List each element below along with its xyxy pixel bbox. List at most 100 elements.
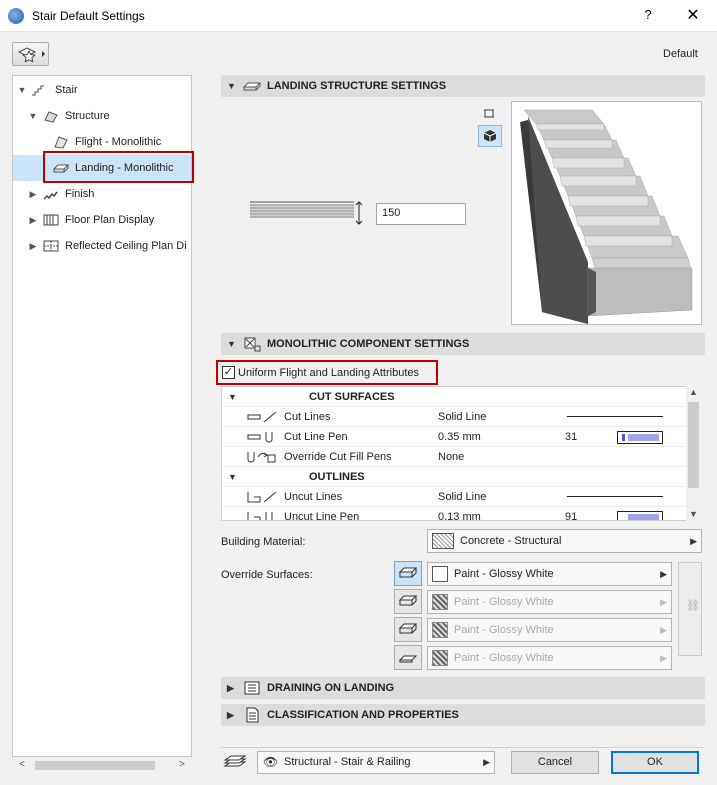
- attr-row-cut-lines[interactable]: Cut Lines Solid Line: [222, 407, 688, 427]
- group-cut-surfaces[interactable]: ▼ CUT SURFACES: [222, 387, 688, 407]
- building-material-label: Building Material:: [221, 536, 306, 548]
- scroll-down-icon[interactable]: ▼: [689, 509, 698, 519]
- monolithic-settings-header[interactable]: ▼ MONOLITHIC COMPONENT SETTINGS: [221, 333, 705, 355]
- landing-structure-header[interactable]: ▼ LANDING STRUCTURE SETTINGS: [221, 75, 705, 97]
- surface-bottom-select[interactable]: Paint - Glossy White ▶: [427, 646, 672, 670]
- chevron-right-icon: ▶: [690, 536, 697, 546]
- layer-value: Structural - Stair & Railing: [284, 756, 411, 768]
- landing-thickness-input[interactable]: 150: [376, 203, 466, 225]
- collapse-arrow-icon[interactable]: ▶: [28, 207, 38, 233]
- attr-name: Cut Lines: [284, 411, 331, 423]
- uniform-attributes-label: Uniform Flight and Landing Attributes: [238, 367, 419, 379]
- material-swatch-icon: [432, 650, 448, 666]
- app-icon: [8, 8, 24, 24]
- selected-item-highlight: [43, 151, 194, 183]
- tree-item-label: Structure: [65, 110, 110, 122]
- tree-item-label: Finish: [65, 188, 95, 200]
- tree-item-finish[interactable]: ▶ Finish: [13, 181, 191, 207]
- collapse-arrow-icon[interactable]: ▼: [228, 467, 237, 487]
- attr-name: Uncut Line Pen: [284, 511, 360, 521]
- draining-header[interactable]: ▶ DRAINING ON LANDING: [221, 677, 705, 699]
- attr-row-cut-line-pen[interactable]: Cut Line Pen 0.35 mm 31: [222, 427, 688, 447]
- line-sample: [567, 496, 663, 497]
- ok-button[interactable]: OK: [611, 751, 699, 774]
- surface-side-button[interactable]: [394, 589, 422, 614]
- 3d-view-icon[interactable]: [478, 125, 502, 147]
- material-swatch-icon: [432, 566, 448, 582]
- material-swatch-icon: [432, 622, 448, 638]
- attr-value: None: [438, 451, 465, 463]
- tree-item-label: Stair: [55, 84, 78, 96]
- collapse-arrow-icon[interactable]: ▶: [28, 233, 38, 259]
- attr-value: 0.35 mm: [438, 431, 481, 443]
- group-outlines[interactable]: ▼ OUTLINES: [222, 467, 688, 487]
- scroll-thumb[interactable]: [35, 761, 155, 770]
- chevron-right-icon: ▶: [660, 625, 667, 635]
- pen-number: 91: [565, 511, 578, 521]
- chain-link-icon: ⛓: [686, 600, 700, 612]
- tree-item-ceiling-plan[interactable]: ▶ Reflected Ceiling Plan Di: [13, 233, 191, 259]
- line-sample: [567, 416, 663, 417]
- material-swatch-icon: [432, 594, 448, 610]
- surface-top-select[interactable]: Paint - Glossy White ▶: [427, 562, 672, 586]
- attr-row-override-fill-pens[interactable]: Override Cut Fill Pens None: [222, 447, 688, 467]
- default-label: Default: [663, 48, 698, 60]
- attr-row-uncut-lines[interactable]: Uncut Lines Solid Line: [222, 487, 688, 507]
- classification-header[interactable]: ▶ CLASSIFICATION AND PROPERTIES: [221, 704, 705, 726]
- tree-item-structure[interactable]: ▼ Structure: [13, 103, 191, 129]
- favorites-button[interactable]: [12, 42, 49, 66]
- settings-panel: ▼ LANDING STRUCTURE SETTINGS 150 ▼ MONOL…: [205, 75, 705, 775]
- scroll-up-icon[interactable]: ▲: [689, 387, 698, 397]
- chevron-right-icon: ▶: [483, 757, 490, 767]
- cancel-button[interactable]: Cancel: [511, 751, 599, 774]
- section-title: CLASSIFICATION AND PROPERTIES: [267, 709, 459, 721]
- tree-item-floor-plan[interactable]: ▶ Floor Plan Display: [13, 207, 191, 233]
- help-button[interactable]: ?: [638, 7, 658, 22]
- uniform-attributes-checkbox[interactable]: ✓: [222, 366, 235, 379]
- plan-view-icon[interactable]: [482, 106, 496, 123]
- layer-select[interactable]: 👁 Structural - Stair & Railing ▶: [257, 751, 495, 774]
- building-material-select[interactable]: Concrete - Structural ▶: [427, 529, 702, 553]
- pen-color-swatch[interactable]: [617, 511, 663, 520]
- attributes-vertical-scrollbar[interactable]: ▲ ▼: [686, 386, 701, 521]
- layer-icon: [222, 754, 248, 774]
- collapse-arrow-icon[interactable]: ▼: [228, 387, 237, 407]
- expand-arrow-icon[interactable]: ▼: [17, 77, 27, 103]
- collapse-arrow-icon[interactable]: ▼: [227, 75, 236, 97]
- pen-color-swatch[interactable]: [617, 431, 663, 444]
- group-label: CUT SURFACES: [309, 391, 395, 403]
- expand-arrow-icon[interactable]: ▶: [227, 704, 234, 726]
- surface-bottom-button[interactable]: [394, 645, 422, 670]
- window-title: Stair Default Settings: [32, 9, 145, 23]
- collapse-arrow-icon[interactable]: ▶: [28, 181, 38, 207]
- tree-item-label: Reflected Ceiling Plan Di: [65, 240, 187, 252]
- surface-value: Paint - Glossy White: [454, 568, 554, 580]
- attr-name: Override Cut Fill Pens: [284, 451, 392, 463]
- surface-value: Paint - Glossy White: [454, 624, 554, 636]
- expand-arrow-icon[interactable]: ▼: [28, 103, 38, 129]
- surface-edge-select[interactable]: Paint - Glossy White ▶: [427, 618, 672, 642]
- surface-side-select[interactable]: Paint - Glossy White ▶: [427, 590, 672, 614]
- eye-icon: 👁: [263, 755, 279, 769]
- attr-value: 0.13 mm: [438, 511, 481, 521]
- expand-arrow-icon[interactable]: ▶: [227, 677, 234, 699]
- tree-item-stair[interactable]: ▼ Stair: [13, 77, 191, 103]
- scroll-right-icon[interactable]: >: [179, 759, 185, 770]
- tree-horizontal-scrollbar[interactable]: < >: [13, 757, 191, 774]
- scroll-left-icon[interactable]: <: [19, 759, 25, 770]
- surface-edge-button[interactable]: [394, 617, 422, 642]
- attr-name: Cut Line Pen: [284, 431, 348, 443]
- attr-name: Uncut Lines: [284, 491, 343, 503]
- fill-pen-icon: [246, 450, 280, 464]
- scroll-thumb[interactable]: [688, 402, 699, 488]
- footer-divider: [221, 747, 705, 748]
- surface-top-button[interactable]: [394, 561, 422, 586]
- flight-icon: [53, 135, 69, 149]
- collapse-arrow-icon[interactable]: ▼: [227, 333, 236, 355]
- close-button[interactable]: ✕: [682, 5, 704, 25]
- surface-value: Paint - Glossy White: [454, 596, 554, 608]
- attr-row-uncut-line-pen[interactable]: Uncut Line Pen 0.13 mm 91: [222, 507, 688, 521]
- link-surfaces-button[interactable]: ⛓: [678, 562, 702, 656]
- stair-icon: [31, 83, 47, 97]
- material-swatch-icon: [432, 533, 454, 549]
